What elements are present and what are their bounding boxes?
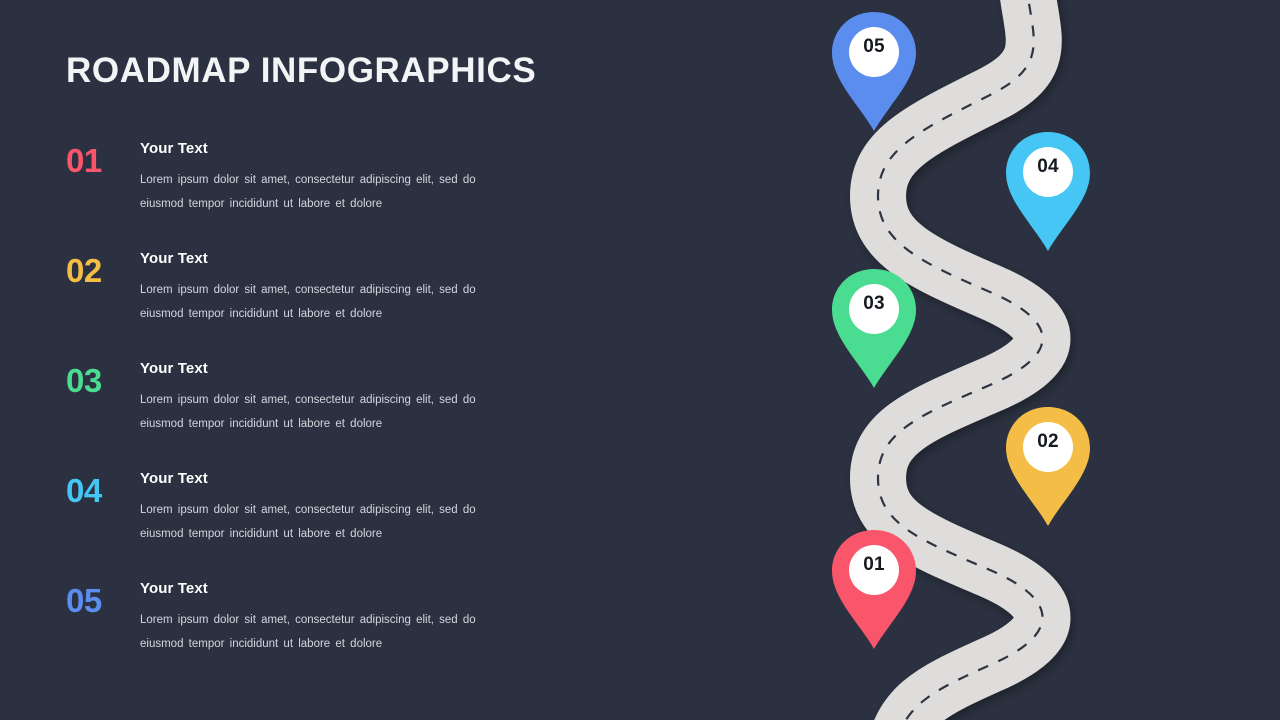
slide-canvas: ROADMAP INFOGRAPHICS 01 Your Text Lorem … [0, 0, 1280, 720]
list-item[interactable]: 02 Your Text Lorem ipsum dolor sit amet,… [66, 250, 536, 360]
page-title: ROADMAP INFOGRAPHICS [66, 51, 537, 90]
step-description: Lorem ipsum dolor sit amet, consectetur … [140, 284, 476, 320]
list-item[interactable]: 01 Your Text Lorem ipsum dolor sit amet,… [66, 140, 536, 250]
title-block: ROADMAP INFOGRAPHICS [66, 51, 537, 91]
step-description: Lorem ipsum dolor sit amet, consectetur … [140, 174, 476, 210]
list-item[interactable]: 04 Your Text Lorem ipsum dolor sit amet,… [66, 470, 536, 580]
step-heading: Your Text [140, 140, 208, 157]
location-pin-icon [832, 530, 916, 649]
step-number: 01 [66, 142, 102, 179]
step-number: 02 [66, 252, 102, 289]
location-pin-icon [1006, 132, 1090, 251]
step-description: Lorem ipsum dolor sit amet, consectetur … [140, 394, 476, 430]
step-body: Your Text Lorem ipsum dolor sit amet, co… [140, 360, 536, 436]
map-pin-04[interactable]: 04 [1004, 130, 1092, 254]
map-pin-01[interactable]: 01 [830, 528, 918, 652]
step-number: 03 [66, 362, 102, 399]
step-body: Your Text Lorem ipsum dolor sit amet, co… [140, 580, 536, 656]
step-description: Lorem ipsum dolor sit amet, consectetur … [140, 614, 476, 650]
step-number: 05 [66, 582, 102, 619]
list-item[interactable]: 05 Your Text Lorem ipsum dolor sit amet,… [66, 580, 536, 690]
step-number: 04 [66, 472, 102, 509]
step-heading: Your Text [140, 360, 208, 377]
step-body: Your Text Lorem ipsum dolor sit amet, co… [140, 250, 536, 326]
map-pin-02[interactable]: 02 [1004, 405, 1092, 529]
list-item[interactable]: 03 Your Text Lorem ipsum dolor sit amet,… [66, 360, 536, 470]
step-heading: Your Text [140, 250, 208, 267]
steps-list: 01 Your Text Lorem ipsum dolor sit amet,… [66, 140, 536, 690]
step-heading: Your Text [140, 580, 208, 597]
step-body: Your Text Lorem ipsum dolor sit amet, co… [140, 140, 536, 216]
step-description: Lorem ipsum dolor sit amet, consectetur … [140, 504, 476, 540]
location-pin-icon [832, 12, 916, 131]
location-pin-icon [832, 269, 916, 388]
step-heading: Your Text [140, 470, 208, 487]
location-pin-icon [1006, 407, 1090, 526]
map-pin-03[interactable]: 03 [830, 267, 918, 391]
step-body: Your Text Lorem ipsum dolor sit amet, co… [140, 470, 536, 546]
map-pin-05[interactable]: 05 [830, 10, 918, 134]
